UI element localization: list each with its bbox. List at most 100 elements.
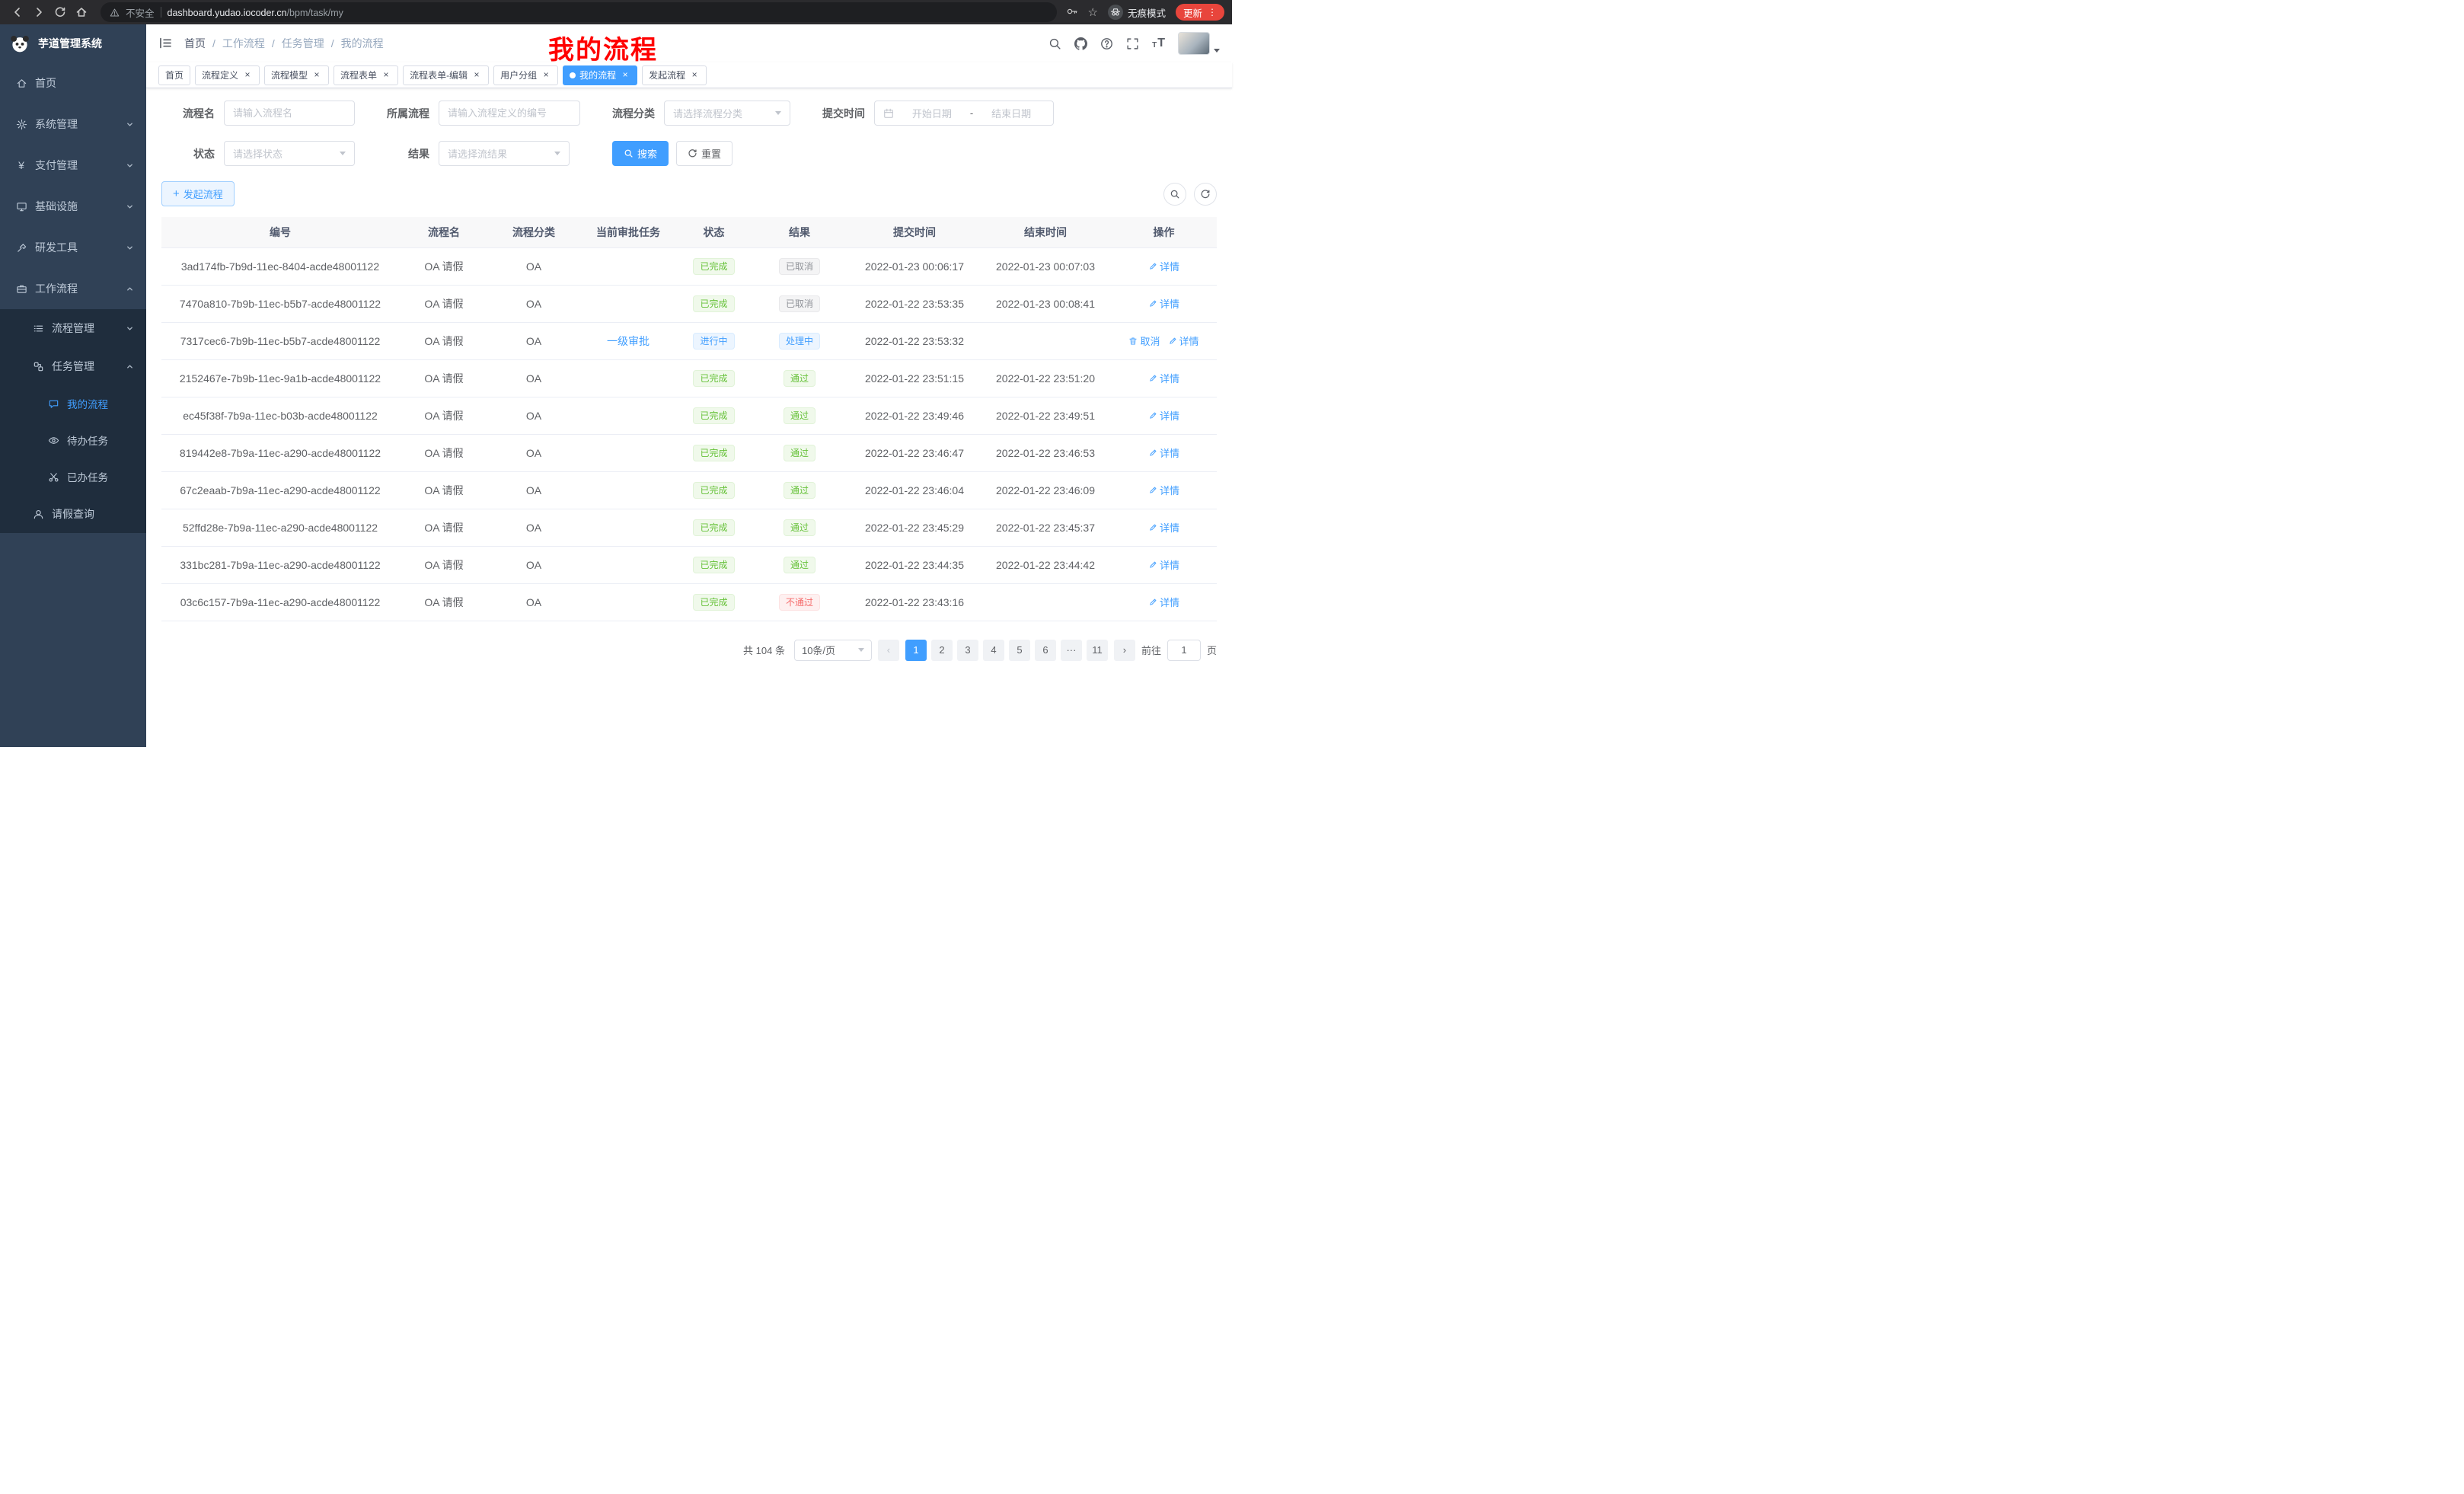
sidebar-item-基础设施[interactable]: 基础设施 [0,186,146,227]
app-logo[interactable]: 芋道管理系统 [0,24,146,62]
sidebar-item-首页[interactable]: 首页 [0,62,146,104]
browser-forward-button[interactable] [29,2,49,22]
help-icon[interactable] [1100,37,1113,50]
sidebar-item-label: 工作流程 [35,281,78,296]
tab-流程模型[interactable]: 流程模型× [264,65,329,85]
detail-action-link[interactable]: 详情 [1148,595,1179,609]
page-size-select[interactable]: 10条/页 [794,640,872,661]
detail-action-link[interactable]: 详情 [1168,334,1199,348]
browser-home-button[interactable] [72,2,91,22]
browser-update-button[interactable]: 更新 ⋮ [1176,4,1224,21]
toggle-search-button[interactable] [1163,183,1186,206]
end-date-placeholder[interactable]: 结束日期 [978,106,1045,120]
cell-submit-time: 2022-01-22 23:46:04 [849,471,980,509]
prev-page-button[interactable]: ‹ [878,640,899,661]
create-process-button[interactable]: +发起流程 [161,181,235,206]
bookmark-star-icon[interactable]: ☆ [1088,5,1098,19]
page-button-5[interactable]: 5 [1009,640,1030,661]
sidebar-item-我的流程[interactable]: 我的流程 [0,385,146,422]
close-icon[interactable]: × [381,70,391,81]
page-button-4[interactable]: 4 [983,640,1004,661]
detail-action-link[interactable]: 详情 [1148,371,1179,385]
cell-actions: 详情 [1111,247,1217,285]
search-icon[interactable] [1048,37,1061,50]
detail-action-link[interactable]: 详情 [1148,557,1179,572]
sidebar-item-已办任务[interactable]: 已办任务 [0,458,146,495]
close-icon[interactable]: × [242,70,253,81]
page-button-2[interactable]: 2 [931,640,953,661]
edit-icon [1168,337,1177,346]
close-icon[interactable]: × [620,70,630,81]
detail-action-link[interactable]: 详情 [1148,296,1179,311]
cell-category: OA [489,359,579,397]
reset-button[interactable]: 重置 [676,141,732,166]
detail-action-link[interactable]: 详情 [1148,483,1179,497]
close-icon[interactable]: × [471,70,482,81]
sidebar-item-工作流程[interactable]: 工作流程 [0,268,146,309]
detail-action-link[interactable]: 详情 [1148,259,1179,273]
status-tag: 已完成 [693,445,734,461]
page-button-1[interactable]: 1 [905,640,927,661]
sidebar-item-系统管理[interactable]: 系统管理 [0,104,146,145]
start-date-placeholder[interactable]: 开始日期 [898,106,965,120]
sidebar-item-请假查询[interactable]: 请假查询 [0,495,146,533]
category-select[interactable]: 请选择流程分类 [664,101,790,126]
status-select[interactable]: 请选择状态 [224,141,355,166]
breadcrumb-item-home[interactable]: 首页 [184,36,206,51]
next-page-button[interactable]: › [1114,640,1135,661]
page-button-11[interactable]: 11 [1087,640,1108,661]
tab-流程表单-编辑[interactable]: 流程表单-编辑× [403,65,489,85]
refresh-table-button[interactable] [1194,183,1217,206]
process-definition-input[interactable] [439,101,580,126]
browser-reload-button[interactable] [50,2,70,22]
page-button-3[interactable]: 3 [957,640,978,661]
sidebar-item-支付管理[interactable]: ¥支付管理 [0,145,146,186]
category-placeholder: 请选择流程分类 [673,106,742,120]
detail-action-link[interactable]: 详情 [1148,520,1179,535]
detail-action-link[interactable]: 详情 [1148,408,1179,423]
detail-action-link[interactable]: 详情 [1148,445,1179,460]
submit-time-range-picker[interactable]: 开始日期 - 结束日期 [874,101,1054,126]
tab-用户分组[interactable]: 用户分组× [493,65,558,85]
filter-submit-time: 提交时间 开始日期 - 结束日期 [812,101,1054,126]
sidebar-item-流程管理[interactable]: 流程管理 [0,309,146,347]
cell-status: 已完成 [678,471,750,509]
process-defin​ition-input-field[interactable] [448,107,571,119]
breadcrumb-item-workflow[interactable]: 工作流程 [222,36,265,51]
sidebar-item-研发工具[interactable]: 研发工具 [0,227,146,268]
address-bar[interactable]: 不安全 dashboard.yudao.iocoder.cn/bpm/task/… [101,2,1057,22]
filter-status: 状态 请选择状态 [161,141,355,166]
page-button-6[interactable]: 6 [1035,640,1056,661]
search-button[interactable]: 搜索 [612,141,669,166]
process-name-input[interactable] [224,101,355,126]
fullscreen-icon[interactable] [1126,37,1139,50]
cancel-action-link[interactable]: 取消 [1128,334,1160,348]
close-icon[interactable]: × [541,70,551,81]
tab-我的流程[interactable]: 我的流程× [563,65,637,85]
result-select[interactable]: 请选择流结果 [439,141,570,166]
goto-page-input[interactable] [1167,640,1201,661]
breadcrumb-item-task-management[interactable]: 任务管理 [282,36,324,51]
tab-流程定义[interactable]: 流程定义× [195,65,260,85]
tab-发起流程[interactable]: 发起流程× [642,65,707,85]
close-icon[interactable]: × [311,70,322,81]
process-name-input-field[interactable] [233,107,346,119]
font-size-icon[interactable]: TT [1152,37,1165,49]
sidebar-item-任务管理[interactable]: 任务管理 [0,347,146,385]
pager-more-button[interactable]: ··· [1061,640,1082,661]
current-task-link[interactable]: 一级审批 [607,335,650,347]
browser-menu-icon[interactable]: ⋮ [1208,7,1217,18]
user-avatar[interactable] [1178,32,1220,55]
page-url[interactable]: dashboard.yudao.iocoder.cn/bpm/task/my [168,6,343,18]
sidebar-item-待办任务[interactable]: 待办任务 [0,422,146,458]
security-label[interactable]: 不安全 [126,5,155,20]
tab-流程表单[interactable]: 流程表单× [334,65,398,85]
cell-end-time: 2022-01-22 23:45:37 [980,509,1111,546]
sidebar-collapse-icon[interactable] [158,36,174,51]
cell-submit-time: 2022-01-22 23:43:16 [849,583,980,621]
password-key-icon[interactable] [1066,5,1078,20]
browser-back-button[interactable] [8,2,27,22]
tab-首页[interactable]: 首页 [158,65,190,85]
github-icon[interactable] [1074,37,1087,50]
close-icon[interactable]: × [689,70,700,81]
